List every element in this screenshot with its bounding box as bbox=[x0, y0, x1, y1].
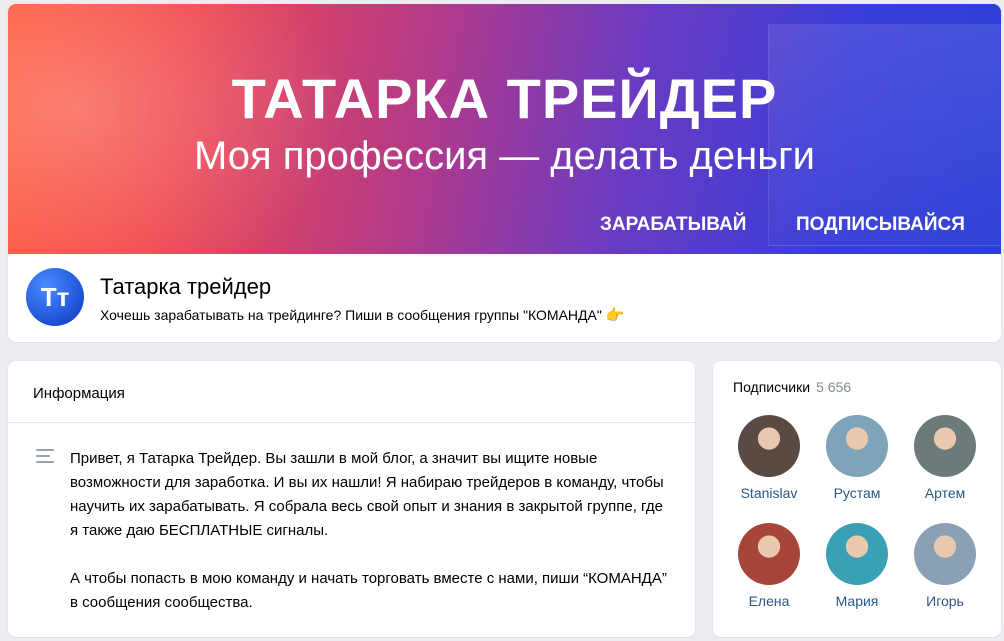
subscriber-avatar[interactable] bbox=[826, 523, 888, 585]
info-heading: Информация bbox=[33, 385, 125, 402]
subscriber-item[interactable]: Игорь bbox=[905, 523, 985, 609]
group-status-text: Хочешь зарабатывать на трейдинге? Пиши в… bbox=[100, 307, 602, 323]
subscribers-count: 5 656 bbox=[816, 379, 852, 395]
subscriber-name[interactable]: Артем bbox=[905, 485, 985, 501]
group-status: Хочешь зарабатывать на трейдинге? Пиши в… bbox=[100, 306, 624, 324]
subscriber-name[interactable]: Stanislav bbox=[729, 485, 809, 501]
subscriber-avatar[interactable] bbox=[914, 415, 976, 477]
subscriber-item[interactable]: Елена bbox=[729, 523, 809, 609]
info-card: Информация Привет, я Татарка Трейдер. Вы… bbox=[8, 361, 695, 637]
group-avatar[interactable]: Тт bbox=[26, 268, 84, 326]
info-description-paragraph-2: А чтобы попасть в мою команду и начать т… bbox=[70, 570, 667, 611]
subscriber-avatar[interactable] bbox=[826, 415, 888, 477]
cover-cta-subscribe: ПОДПИСЫВАЙСЯ bbox=[796, 214, 965, 235]
subscribers-title: Подписчики bbox=[733, 379, 811, 395]
subscriber-avatar[interactable] bbox=[738, 415, 800, 477]
subscriber-name[interactable]: Елена bbox=[729, 593, 809, 609]
subscriber-name[interactable]: Рустам bbox=[817, 485, 897, 501]
info-divider bbox=[8, 422, 695, 423]
subscriber-name[interactable]: Игорь bbox=[905, 593, 985, 609]
group-name: Татарка трейдер bbox=[100, 274, 272, 299]
subscriber-avatar[interactable] bbox=[738, 523, 800, 585]
subscriber-item[interactable]: Рустам bbox=[817, 415, 897, 501]
group-header-card: ТАТАРКА ТРЕЙДЕР Моя профессия — делать д… bbox=[8, 4, 1001, 342]
cover-subtitle: Моя профессия — делать деньги bbox=[193, 134, 815, 178]
subscriber-item[interactable]: Артем bbox=[905, 415, 985, 501]
subscriber-item[interactable]: Мария bbox=[817, 523, 897, 609]
subscribers-card: Подписчики 5 656 Stanislav Рустам Артем Е… bbox=[713, 361, 1001, 637]
subscribers-header[interactable]: Подписчики 5 656 bbox=[733, 379, 851, 395]
description-lines-icon bbox=[36, 449, 54, 465]
cover-image[interactable]: ТАТАРКА ТРЕЙДЕР Моя профессия — делать д… bbox=[8, 4, 1001, 254]
subscriber-avatar[interactable] bbox=[914, 523, 976, 585]
cover-cta-earn: ЗАРАБАТЫВАЙ bbox=[600, 214, 747, 235]
cover-title: ТАТАРКА ТРЕЙДЕР bbox=[231, 67, 778, 130]
subscriber-name[interactable]: Мария bbox=[817, 593, 897, 609]
pointing-hand-icon: 👉 bbox=[605, 307, 625, 324]
subscriber-item[interactable]: Stanislav bbox=[729, 415, 809, 501]
info-description-paragraph-1: Привет, я Татарка Трейдер. Вы зашли в мо… bbox=[70, 450, 664, 539]
